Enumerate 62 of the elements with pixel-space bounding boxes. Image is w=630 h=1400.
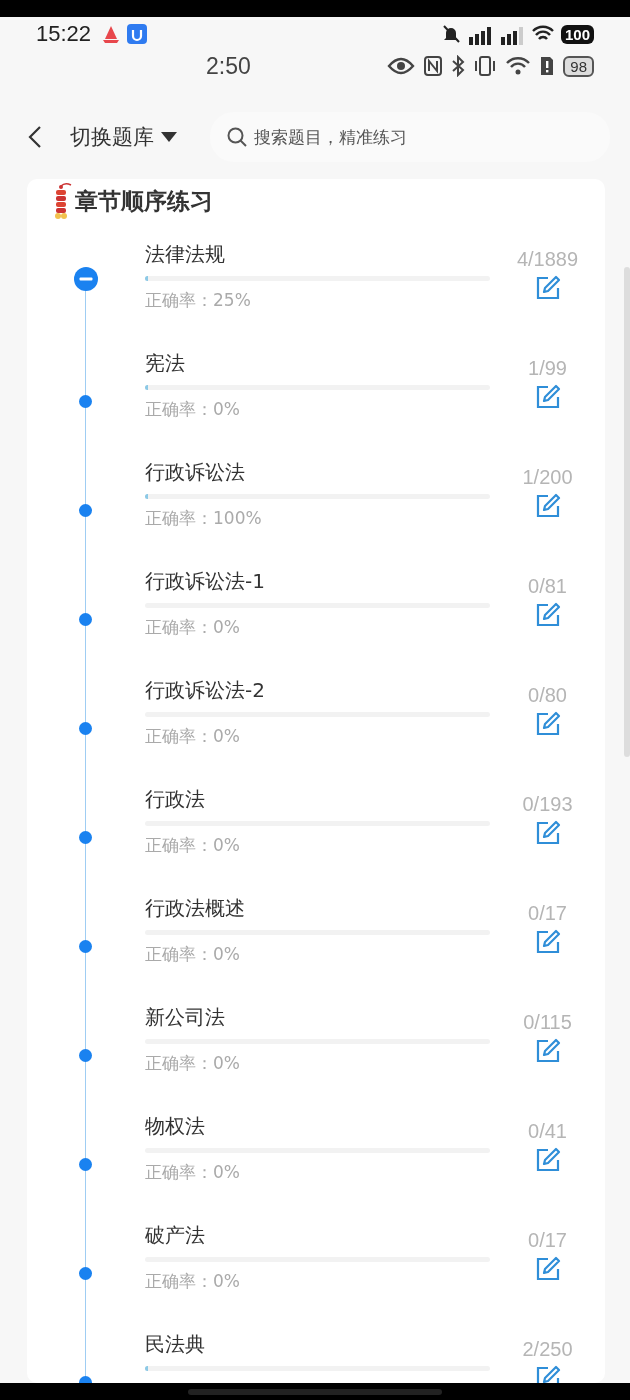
- chapter-title[interactable]: 行政诉讼法: [145, 456, 490, 488]
- accuracy-text: 正确率：0%: [145, 943, 241, 966]
- accuracy-text: 正确率：25%: [145, 289, 252, 312]
- edit-icon[interactable]: [534, 1147, 561, 1173]
- accuracy-text: 正确率：0%: [145, 725, 241, 748]
- progress-count: 4/1889: [516, 248, 579, 271]
- edit-icon[interactable]: [534, 711, 561, 737]
- eye-icon: [387, 56, 416, 76]
- accuracy-text: 正确率：100%: [145, 507, 263, 530]
- status-time: 2:50: [206, 52, 251, 80]
- chapter-title[interactable]: 宪法: [145, 347, 490, 379]
- bell-muted-icon: [440, 24, 461, 44]
- chapter-title[interactable]: 行政诉讼法-2: [145, 674, 490, 706]
- edit-icon[interactable]: [534, 602, 561, 628]
- chapter-title[interactable]: 民法典: [145, 1328, 490, 1360]
- edit-icon[interactable]: [534, 384, 561, 410]
- accuracy-text: 正确率：0%: [145, 834, 241, 857]
- sim-alert-icon: [539, 55, 556, 77]
- chapter-title[interactable]: 法律法规: [145, 238, 490, 270]
- vibrate-icon: [473, 55, 498, 77]
- progress-count: 1/200: [522, 466, 573, 489]
- status-time: 15:22: [36, 21, 92, 47]
- progress-count: 0/41: [528, 1120, 567, 1143]
- chapter-title[interactable]: 行政法概述: [145, 892, 490, 924]
- edit-icon[interactable]: [534, 1038, 561, 1064]
- progress-count: 0/193: [522, 793, 573, 816]
- accuracy-text: 正确率：0%: [145, 1052, 241, 1075]
- chapter-title[interactable]: 行政法: [145, 783, 490, 815]
- section-title: 章节顺序练习: [75, 186, 213, 216]
- battery-level: 100: [560, 24, 594, 44]
- edit-icon[interactable]: [534, 275, 561, 301]
- progress-count: 2/250: [522, 1338, 573, 1361]
- search-icon: [226, 126, 248, 148]
- chapter-title[interactable]: 破产法: [145, 1219, 490, 1251]
- progress-count: 0/81: [528, 575, 567, 598]
- battery-level: 98: [563, 55, 594, 77]
- bluetooth-icon: [451, 55, 466, 77]
- wifi-icon: [505, 55, 532, 77]
- collapse-icon[interactable]: [73, 266, 99, 292]
- nfc-icon: [423, 55, 444, 77]
- accuracy-text: 正确率：0%: [145, 1161, 241, 1184]
- edit-icon[interactable]: [534, 929, 561, 955]
- accuracy-text: 正确率：0%: [145, 616, 241, 639]
- edit-icon[interactable]: [534, 820, 561, 846]
- chapter-title[interactable]: 行政诉讼法-1: [145, 565, 490, 597]
- accuracy-text: 正确率：0%: [145, 1270, 241, 1293]
- switch-bank-dropdown[interactable]: 切换题库: [70, 123, 178, 151]
- caret-icon: [160, 131, 178, 143]
- app-icon: [127, 24, 148, 44]
- progress-count: 1/99: [528, 357, 567, 380]
- progress-count: 0/80: [528, 684, 567, 707]
- progress-count: 0/17: [528, 902, 567, 925]
- progress-count: 0/17: [528, 1229, 567, 1252]
- chapter-title[interactable]: 新公司法: [145, 1001, 490, 1033]
- edit-icon[interactable]: [534, 1365, 561, 1383]
- boat-icon: [101, 24, 122, 44]
- progress-count: 0/115: [523, 1011, 572, 1034]
- back-icon: [28, 125, 42, 149]
- edit-icon[interactable]: [534, 493, 561, 519]
- accuracy-text: 正确率：0%: [145, 398, 241, 421]
- edit-icon[interactable]: [534, 1256, 561, 1282]
- chapter-title[interactable]: 物权法: [145, 1110, 490, 1142]
